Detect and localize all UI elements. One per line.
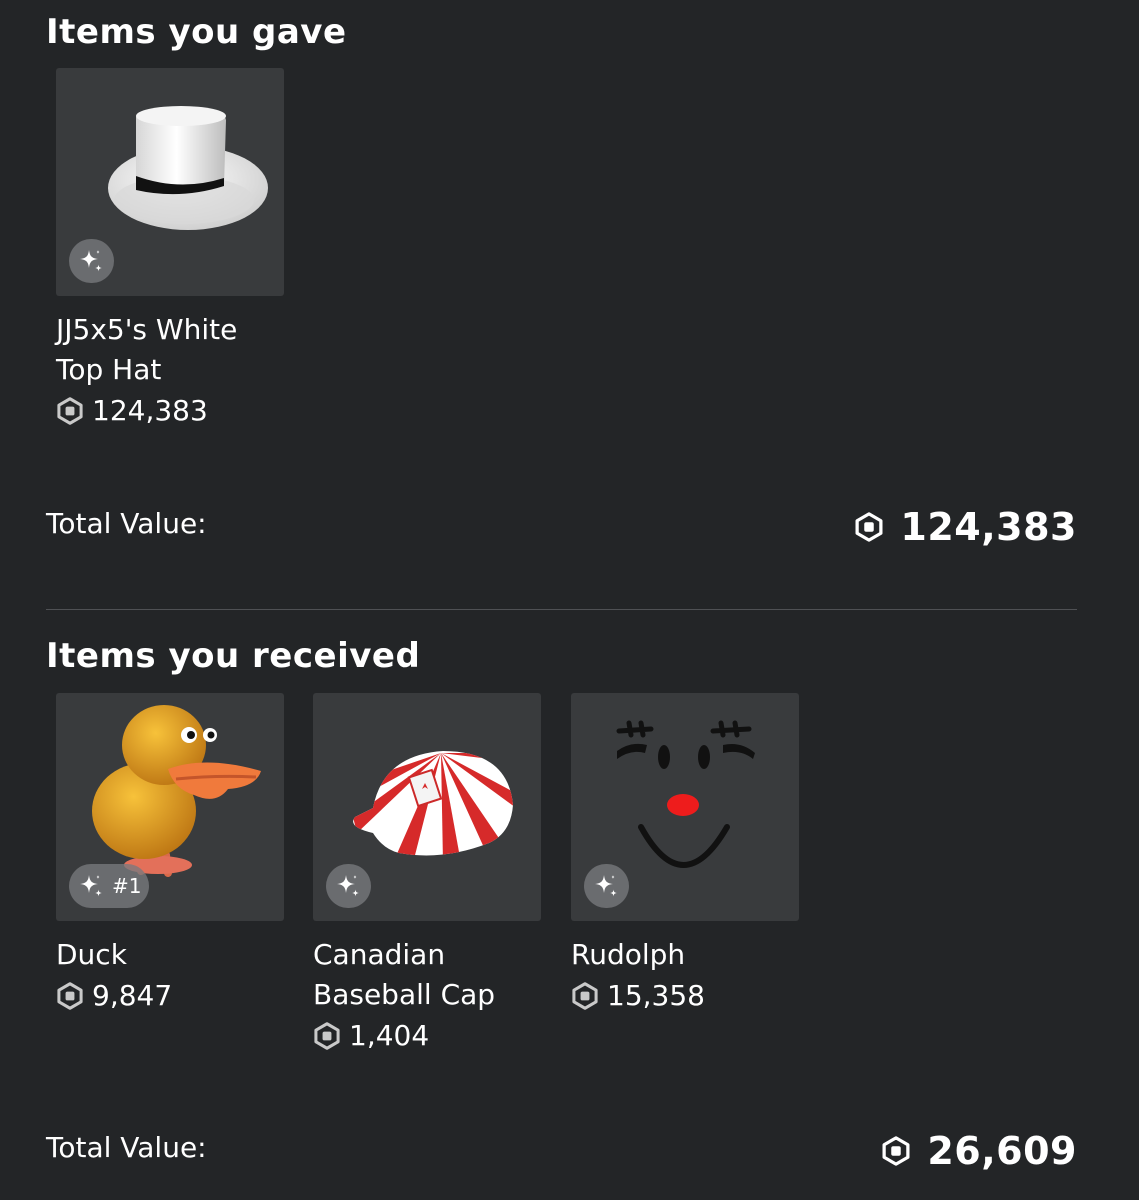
total-value-label-received: Total Value: xyxy=(46,1131,207,1164)
total-value-received: 26,609 xyxy=(881,1129,1077,1173)
item-thumbnail[interactable] xyxy=(56,68,284,296)
item-card-duck[interactable]: #1 Duck 9,847 xyxy=(56,693,286,1012)
item-price: 124,383 xyxy=(92,394,208,427)
sparkle-icon xyxy=(591,871,621,901)
total-value-amount-gave: 124,383 xyxy=(900,505,1077,549)
item-price-row: 124,383 xyxy=(56,394,286,427)
item-name[interactable]: JJ5x5's White Top Hat xyxy=(56,310,286,390)
item-thumbnail[interactable] xyxy=(571,693,799,921)
total-value-label-gave: Total Value: xyxy=(46,507,207,540)
robux-icon xyxy=(571,982,599,1010)
section-title-gave: Items you gave xyxy=(46,12,347,52)
item-price-row: 9,847 xyxy=(56,979,286,1012)
robux-icon xyxy=(313,1022,341,1050)
sparkle-icon xyxy=(76,246,106,276)
section-divider xyxy=(46,609,1077,610)
item-price-row: 1,404 xyxy=(313,1019,543,1052)
limited-badge xyxy=(326,864,371,908)
item-name[interactable]: Canadian Baseball Cap xyxy=(313,935,543,1015)
item-card-rudolph[interactable]: Rudolph 15,358 xyxy=(571,693,801,1012)
limited-badge: #1 xyxy=(69,864,150,908)
item-price: 15,358 xyxy=(607,979,705,1012)
item-price: 9,847 xyxy=(92,979,173,1012)
robux-icon xyxy=(854,512,884,542)
total-value-amount-received: 26,609 xyxy=(927,1129,1077,1173)
item-price-row: 15,358 xyxy=(571,979,801,1012)
item-name[interactable]: Duck xyxy=(56,935,286,975)
total-value-gave: 124,383 xyxy=(854,505,1077,549)
limited-badge xyxy=(584,864,629,908)
item-card-white-top-hat[interactable]: JJ5x5's White Top Hat 124,383 xyxy=(56,68,286,427)
item-thumbnail[interactable] xyxy=(313,693,541,921)
robux-icon xyxy=(881,1136,911,1166)
item-price: 1,404 xyxy=(349,1019,430,1052)
serial-number: #1 xyxy=(112,874,142,898)
item-name[interactable]: Rudolph xyxy=(571,935,801,975)
item-thumbnail[interactable]: #1 xyxy=(56,693,284,921)
sparkle-icon xyxy=(76,871,106,901)
sparkle-icon xyxy=(333,871,363,901)
robux-icon xyxy=(56,397,84,425)
item-card-canadian-baseball-cap[interactable]: Canadian Baseball Cap 1,404 xyxy=(313,693,543,1052)
robux-icon xyxy=(56,982,84,1010)
section-title-received: Items you received xyxy=(46,636,421,676)
limited-badge xyxy=(69,239,114,283)
